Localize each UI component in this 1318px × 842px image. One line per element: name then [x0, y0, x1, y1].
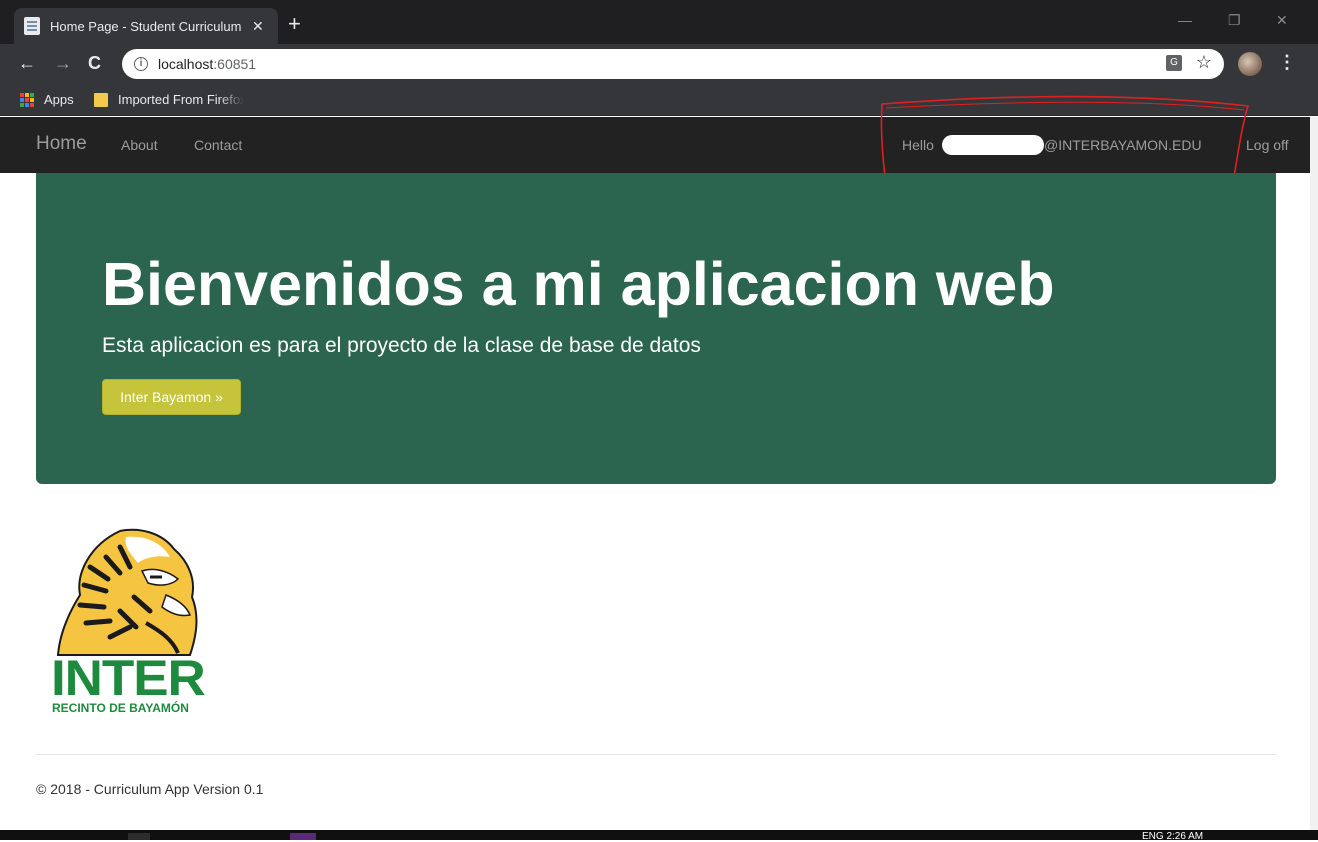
profile-avatar[interactable] — [1238, 52, 1262, 76]
footer-copyright: © 2018 - Curriculum App Version 0.1 — [36, 781, 264, 797]
footer-divider — [36, 754, 1276, 755]
nav-link-about[interactable]: About — [121, 137, 158, 153]
nav-user-email[interactable]: @INTERBAYAMON.EDU — [1044, 137, 1202, 153]
jumbotron-title: Bienvenidos a mi aplicacion web — [102, 250, 1055, 318]
address-bar[interactable]: i localhost:60851 G ☆ — [122, 49, 1224, 79]
taskbar-clock: ENG 2:26 AM — [1142, 831, 1204, 842]
browser-toolbar: ← → C i localhost:60851 G ☆ ⋮ — [0, 44, 1318, 84]
taskbar-app-icon[interactable] — [128, 833, 150, 840]
navbar-brand-home[interactable]: Home — [36, 133, 87, 155]
browser-menu-icon[interactable]: ⋮ — [1278, 52, 1296, 73]
url-port: :60851 — [213, 56, 257, 72]
url-host: localhost — [158, 56, 214, 72]
redacted-username — [942, 135, 1044, 155]
jumbotron: Bienvenidos a mi aplicacion web Esta apl… — [36, 173, 1276, 484]
inter-bayamon-button[interactable]: Inter Bayamon » — [102, 379, 241, 415]
bookmark-star-icon[interactable]: ☆ — [1196, 52, 1212, 73]
site-info-icon[interactable]: i — [134, 57, 148, 71]
taskbar-app-icon[interactable] — [290, 833, 316, 840]
jumbotron-lead: Esta aplicacion es para el proyecto de l… — [102, 334, 701, 357]
reload-icon[interactable]: C — [88, 52, 101, 74]
back-arrow-icon[interactable]: ← — [18, 52, 36, 74]
bookmark-imported-from-firefox[interactable]: Imported From Firefox — [118, 92, 244, 107]
window-close-icon[interactable]: ✕ — [1276, 12, 1288, 29]
page-scrollbar[interactable] — [1310, 117, 1318, 830]
inter-bayamon-logo: INTER RECINTO DE BAYAMÓN — [50, 527, 244, 717]
window-minimize-icon[interactable]: — — [1178, 12, 1192, 28]
bookmarks-bar: Apps Imported From Firefox — [0, 84, 1318, 116]
tiger-head-icon — [56, 528, 198, 656]
apps-grid-icon[interactable] — [20, 93, 34, 107]
logo-wordmark: INTER — [51, 650, 206, 706]
os-taskbar: ENG 2:26 AM — [0, 830, 1318, 842]
new-tab-icon[interactable]: + — [288, 12, 301, 36]
tab-close-icon[interactable]: ✕ — [252, 18, 264, 35]
tab-title: Home Page - Student Curriculum — [50, 18, 242, 34]
nav-link-contact[interactable]: Contact — [194, 137, 242, 153]
browser-tab-strip: Home Page - Student Curriculum ✕ + — ❐ ✕ — [0, 0, 1318, 44]
nav-greeting[interactable]: Hello — [902, 137, 934, 153]
site-navbar: Home About Contact Hello @INTERBAYAMON.E… — [0, 117, 1310, 173]
translate-icon[interactable]: G — [1166, 55, 1182, 71]
browser-tab[interactable]: Home Page - Student Curriculum ✕ — [14, 8, 278, 44]
logo-subtitle: RECINTO DE BAYAMÓN — [52, 701, 189, 715]
nav-logoff-link[interactable]: Log off — [1246, 137, 1289, 153]
window-maximize-icon[interactable]: ❐ — [1228, 12, 1241, 29]
bookmark-apps[interactable]: Apps — [44, 92, 74, 107]
page-favicon-icon — [24, 17, 40, 35]
folder-icon — [94, 93, 108, 107]
forward-arrow-icon[interactable]: → — [54, 52, 72, 74]
